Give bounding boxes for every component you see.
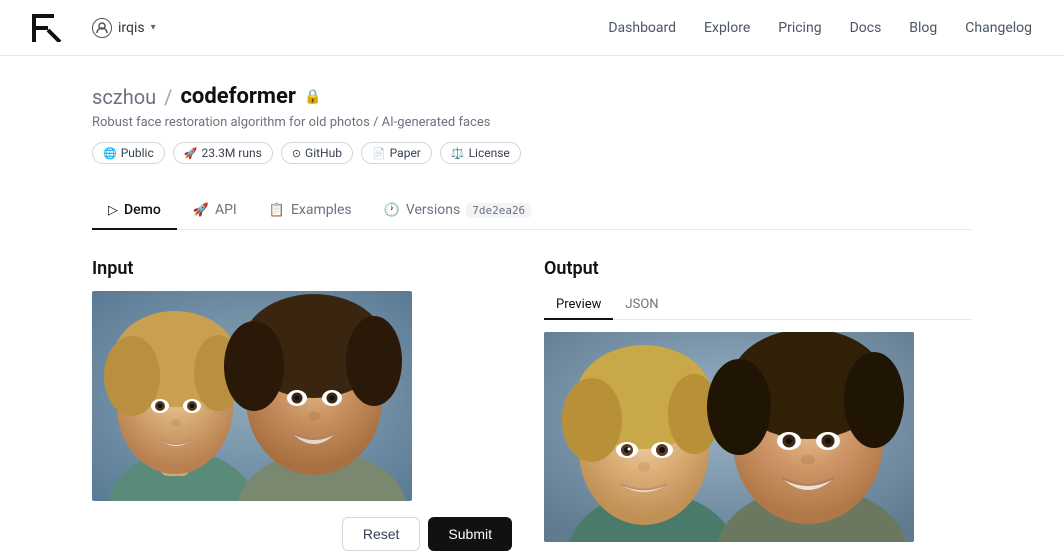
badge-runs-label: 23.3M runs [201,146,261,160]
versions-icon: 🕐 [384,203,400,218]
badge-runs[interactable]: 🚀 23.3M runs [173,142,273,164]
lock-icon: 🔒 [304,89,321,105]
output-title: Output [544,258,972,279]
tab-examples[interactable]: 📋 Examples [253,192,368,230]
badge-github[interactable]: ⊙ GitHub [281,142,353,164]
play-icon: ▷ [108,203,118,218]
badge-public[interactable]: 🌐 Public [92,142,165,164]
header: irqis ▾ Dashboard Explore Pricing Docs B… [0,0,1064,56]
tab-api[interactable]: 🚀 API [177,192,253,230]
badge-public-label: Public [121,146,154,160]
repo-separator: / [164,85,172,109]
examples-icon: 📋 [269,203,285,218]
nav-pricing[interactable]: Pricing [778,20,821,36]
output-tab-json[interactable]: JSON [613,291,670,320]
github-icon: ⊙ [292,147,301,160]
repo-owner: sczhou [92,85,156,109]
output-image [544,332,914,542]
repo-name: codeformer [180,84,296,109]
output-photo [544,332,914,542]
nav-blog[interactable]: Blog [909,20,937,36]
output-tabs: Preview JSON [544,291,972,320]
tab-versions[interactable]: 🕐 Versions 7de2ea26 [368,192,548,230]
main-nav: Dashboard Explore Pricing Docs Blog Chan… [608,20,1032,36]
action-buttons: Reset Submit [92,517,512,551]
nav-docs[interactable]: Docs [850,20,882,36]
badges-row: 🌐 Public 🚀 23.3M runs ⊙ GitHub 📄 Paper ⚖… [92,142,972,164]
nav-dashboard[interactable]: Dashboard [608,20,676,36]
badge-github-label: GitHub [305,146,342,160]
nav-explore[interactable]: Explore [704,20,750,36]
tab-examples-label: Examples [291,202,352,218]
paper-icon: 📄 [372,147,386,160]
badge-paper-label: Paper [390,146,421,160]
output-tab-preview[interactable]: Preview [544,291,613,320]
version-hash: 7de2ea26 [466,203,531,218]
badge-license-label: License [469,146,510,160]
logo[interactable] [32,14,64,42]
user-avatar-icon [92,18,112,38]
page-tabs: ▷ Demo 🚀 API 📋 Examples 🕐 Versions 7de2e… [92,192,972,230]
chevron-down-icon: ▾ [151,22,156,33]
tab-api-label: API [215,202,237,218]
user-menu[interactable]: irqis ▾ [84,14,164,42]
repo-header: sczhou / codeformer 🔒 [92,84,972,109]
main-area: Input [92,258,972,551]
badge-license[interactable]: ⚖️ License [440,142,521,164]
reset-button[interactable]: Reset [342,517,421,551]
output-section: Output Preview JSON [544,258,972,551]
input-section: Input [92,258,512,551]
input-photo [92,291,412,501]
submit-button[interactable]: Submit [428,517,512,551]
api-icon: 🚀 [193,203,209,218]
tab-demo-label: Demo [124,202,161,218]
badge-paper[interactable]: 📄 Paper [361,142,432,164]
tab-versions-label: Versions [406,202,460,218]
runs-icon: 🚀 [184,147,198,160]
username-label: irqis [118,20,145,36]
license-icon: ⚖️ [451,147,465,160]
input-title: Input [92,258,512,279]
repo-description: Robust face restoration algorithm for ol… [92,115,972,130]
nav-changelog[interactable]: Changelog [965,20,1032,36]
input-image [92,291,412,501]
tab-demo[interactable]: ▷ Demo [92,192,177,230]
page-content: sczhou / codeformer 🔒 Robust face restor… [0,56,1064,551]
globe-icon: 🌐 [103,147,117,160]
